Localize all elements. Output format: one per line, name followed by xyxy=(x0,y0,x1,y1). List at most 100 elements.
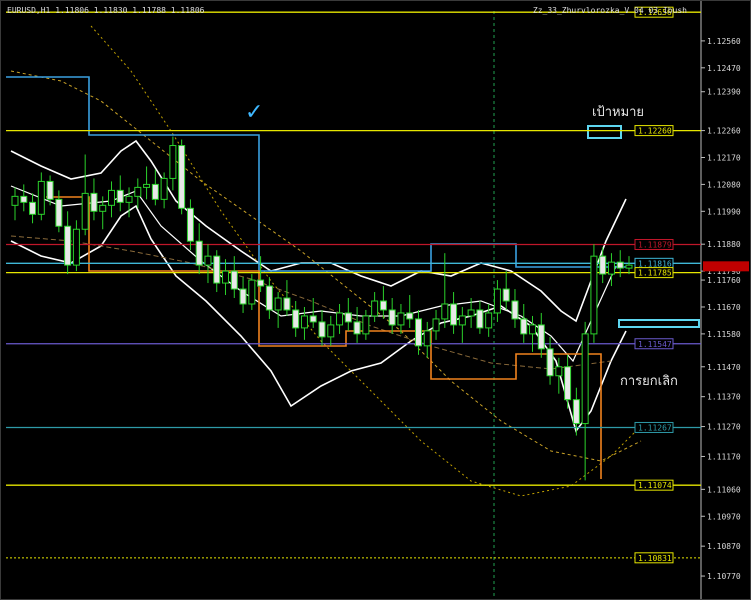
candle-body xyxy=(160,177,168,200)
chart-window[interactable]: 1.12656 1.12260 1.11879 1.11816 1.11785 1.115… xyxy=(0,0,751,600)
candle-body xyxy=(55,198,63,227)
candle-body xyxy=(318,321,326,338)
candle-body xyxy=(300,315,308,329)
y-tick-label: 1.11990 xyxy=(707,207,741,216)
candle-body xyxy=(64,225,72,266)
candle-body xyxy=(20,195,28,203)
candle-body xyxy=(590,255,598,335)
candle-body xyxy=(107,189,115,206)
candle-body xyxy=(265,285,273,311)
candle-body xyxy=(125,195,133,203)
current-price-marker xyxy=(703,261,749,272)
middle-band xyxy=(10,185,617,363)
target-annotation: เป้าหมาย xyxy=(592,105,645,120)
y-tick-label: 1.12470 xyxy=(707,64,741,73)
price-level-label: 1.11816 xyxy=(638,259,672,268)
y-tick-label: 1.11370 xyxy=(707,393,741,402)
candle-body xyxy=(257,279,265,287)
candle-body xyxy=(169,145,177,179)
candle-body xyxy=(344,312,352,323)
y-tick-label: 1.11060 xyxy=(707,485,741,494)
y-tick-label: 1.12560 xyxy=(707,37,741,46)
candle-body xyxy=(248,279,256,305)
candle-body xyxy=(90,192,98,212)
candle-body xyxy=(511,300,519,320)
checkmark-icon: ✓ xyxy=(245,100,264,125)
y-tick-label: 1.11270 xyxy=(707,423,741,432)
candle-body xyxy=(309,315,317,323)
candle-body xyxy=(467,309,475,317)
candle-body xyxy=(458,315,466,326)
candle-body xyxy=(450,303,458,326)
candle-body xyxy=(29,201,37,215)
y-tick-label: 1.10870 xyxy=(707,542,741,551)
candle-body xyxy=(213,255,221,284)
price-level-label: 1.11267 xyxy=(638,423,672,432)
y-tick-label: 1.12080 xyxy=(707,180,741,189)
price-level-label: 1.12260 xyxy=(638,127,672,136)
candle-body xyxy=(186,207,194,242)
price-level-label: 1.11879 xyxy=(638,240,672,249)
candle-body xyxy=(599,255,607,275)
candle-body xyxy=(537,324,545,350)
candle-body xyxy=(529,324,537,335)
candle-body xyxy=(476,309,484,329)
candle-body xyxy=(143,183,151,188)
candle-body xyxy=(353,321,361,335)
candle-body xyxy=(37,180,45,215)
ma-long-dotted xyxy=(90,25,642,497)
candle-body xyxy=(204,255,212,266)
cancel-box xyxy=(618,319,700,328)
price-level-label: 1.10831 xyxy=(638,554,672,563)
upper-band xyxy=(10,139,627,323)
candle-body xyxy=(81,192,89,230)
candle-body xyxy=(564,366,572,401)
candle-body xyxy=(441,303,449,320)
price-chart[interactable]: 1.126561.122601.118791.118161.117851.115… xyxy=(1,1,751,600)
candle-body xyxy=(72,228,80,266)
y-tick-label: 1.10970 xyxy=(707,512,741,521)
price-level-label: 1.11785 xyxy=(638,269,672,278)
candle-body xyxy=(151,183,159,200)
candle-body xyxy=(116,189,124,203)
candle-body xyxy=(572,399,580,425)
candle-body xyxy=(520,318,528,335)
ma-dashed xyxy=(10,235,612,370)
candle-body xyxy=(397,312,405,326)
candle-body xyxy=(230,270,238,290)
candle-body xyxy=(581,333,589,425)
candle-body xyxy=(11,195,19,206)
candle-body xyxy=(406,312,414,320)
channel-lower-step xyxy=(46,196,602,479)
ma-dotted xyxy=(10,70,642,462)
lower-band xyxy=(10,204,627,433)
candle-body xyxy=(423,330,431,347)
candle-body xyxy=(625,264,633,269)
symbol-timeframe: EURUSD,H1 xyxy=(7,6,51,15)
candle-body xyxy=(432,318,440,332)
candle-body xyxy=(493,288,501,314)
y-tick-label: 1.10770 xyxy=(707,572,741,581)
candle-body xyxy=(371,300,379,317)
candle-body xyxy=(362,315,370,335)
price-level-label: 1.11074 xyxy=(638,481,672,490)
y-tick-label: 1.12170 xyxy=(707,153,741,162)
candle-body xyxy=(46,180,54,200)
candle-body xyxy=(502,288,510,302)
candle-body xyxy=(134,186,142,197)
candle-body xyxy=(388,309,396,326)
candle-body xyxy=(414,318,422,347)
candle-body xyxy=(283,297,291,311)
y-tick-label: 1.11670 xyxy=(707,303,741,312)
candle-body xyxy=(379,300,387,311)
candle-body xyxy=(616,261,624,269)
target-box xyxy=(587,125,622,139)
candle-body xyxy=(336,312,344,326)
candle-body xyxy=(327,324,335,338)
candle-body xyxy=(292,309,300,329)
candle-body xyxy=(274,297,282,311)
indicator-label: Zz_33_Zhurvlorozka_V 04 03_Ibush xyxy=(532,6,687,15)
candle-body xyxy=(239,288,247,305)
y-tick-label: 1.12390 xyxy=(707,88,741,97)
candle-body xyxy=(607,261,615,275)
